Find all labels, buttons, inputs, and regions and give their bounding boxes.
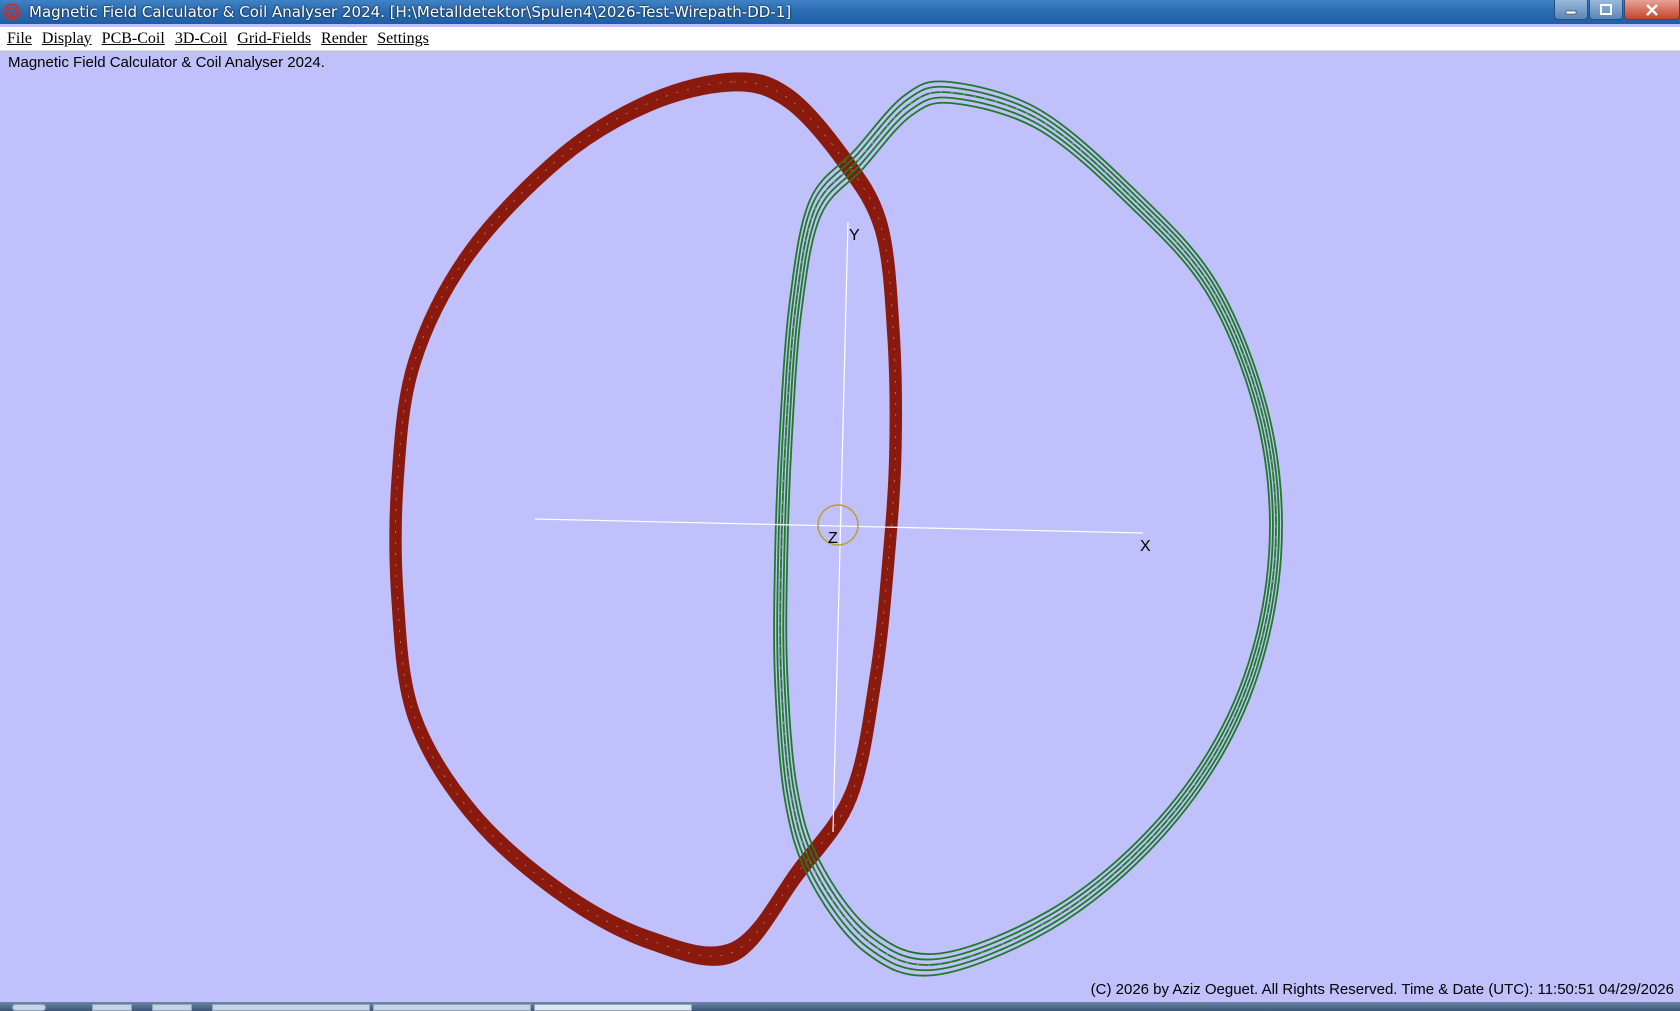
coil-rx-turn	[779, 91, 1277, 966]
maximize-button[interactable]	[1589, 0, 1623, 20]
coil-d-right[interactable]	[773, 80, 1283, 977]
y-axis-line	[832, 221, 849, 833]
menu-render[interactable]: Render	[318, 30, 374, 48]
menu-pcb-coil[interactable]: PCB-Coil	[99, 30, 172, 48]
taskbar-item-3[interactable]	[212, 1004, 370, 1011]
x-axis-line	[534, 518, 1144, 534]
close-button[interactable]	[1624, 0, 1680, 20]
viewport-caption: Magnetic Field Calculator & Coil Analyse…	[8, 54, 325, 71]
taskbar	[0, 1002, 1680, 1011]
taskbar-item-4[interactable]	[373, 1004, 531, 1011]
taskbar-item-start[interactable]	[12, 1004, 46, 1011]
window-title: Magnetic Field Calculator & Coil Analyse…	[29, 3, 792, 21]
coil-rx-turn	[776, 85, 1280, 972]
3d-viewport[interactable]: X Y Z	[0, 52, 1680, 1000]
coil-scene[interactable]: X Y Z	[0, 52, 1680, 1000]
coordinate-axes: X Y Z	[534, 221, 1151, 833]
title-bar[interactable]: Magnetic Field Calculator & Coil Analyse…	[0, 0, 1680, 24]
menu-file[interactable]: File	[4, 30, 39, 48]
z-axis-label: Z	[828, 530, 838, 547]
menu-grid-fields[interactable]: Grid-Fields	[234, 30, 318, 48]
coil-rx-segment-marks	[779, 91, 1277, 966]
x-axis-label: X	[1140, 538, 1151, 555]
close-icon	[1646, 3, 1658, 16]
y-axis-label: Y	[849, 227, 860, 244]
maximize-icon	[1600, 3, 1612, 15]
app-icon[interactable]	[3, 3, 21, 21]
menu-bar: File Display PCB-Coil 3D-Coil Grid-Field…	[0, 27, 1680, 51]
minimize-icon	[1565, 10, 1577, 14]
coil-tx-turn	[393, 80, 898, 958]
taskbar-item-1[interactable]	[92, 1004, 132, 1011]
minimize-button[interactable]	[1554, 0, 1588, 20]
menu-settings[interactable]: Settings	[374, 30, 436, 48]
copyright-footer: (C) 2026 by Aziz Oeguet. All Rights Rese…	[1090, 981, 1674, 998]
taskbar-item-2[interactable]	[152, 1004, 192, 1011]
coil-tx-segment-marks	[395, 81, 897, 957]
window-controls	[1553, 0, 1680, 22]
coil-rx-turn	[773, 80, 1283, 977]
menu-3d-coil[interactable]: 3D-Coil	[172, 30, 234, 48]
taskbar-item-5[interactable]	[534, 1004, 692, 1011]
menu-display[interactable]: Display	[39, 30, 99, 48]
origin-marker	[817, 504, 859, 546]
